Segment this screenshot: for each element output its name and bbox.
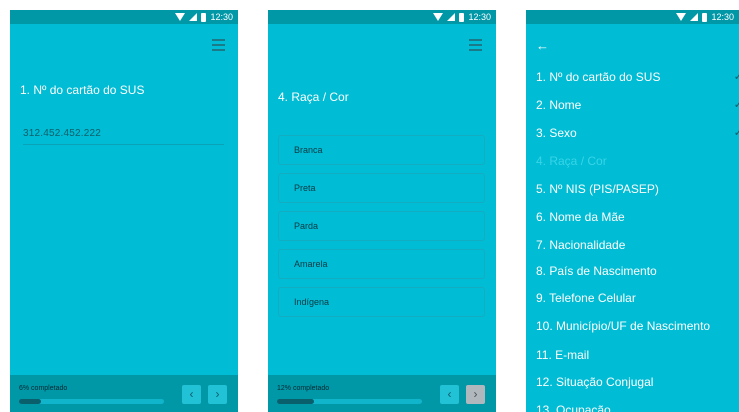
status-bar: 12:30 (268, 10, 496, 24)
option-label: Amarela (294, 259, 328, 269)
sus-card-input[interactable]: 312.452.452.222 (23, 128, 101, 139)
question-title: 4. Raça / Cor (278, 90, 349, 104)
question-list-label: 9. Telefone Celular (536, 291, 636, 305)
option-indigena[interactable]: Indígena (278, 287, 485, 317)
question-list-item[interactable]: 1. Nº do cartão do SUS ✓ (536, 70, 739, 84)
question-list-item[interactable]: 10. Município/UF de Nascimento (536, 319, 739, 333)
progress-label: 12% completado (277, 385, 330, 392)
question-list-label: 10. Município/UF de Nascimento (536, 319, 711, 333)
option-parda[interactable]: Parda (278, 211, 485, 241)
signal-icon (189, 13, 198, 21)
progress-footer: 6% completado ‹ › (10, 375, 238, 412)
question-list-label: 11. E-mail (536, 348, 590, 362)
progress-label: 6% completado (19, 385, 68, 392)
wifi-icon (433, 13, 444, 21)
question-list-item[interactable]: 2. Nome ✓ (536, 98, 739, 112)
next-button[interactable]: › (208, 385, 227, 404)
option-branca[interactable]: Branca (278, 135, 485, 165)
question-list-label: 13. Ocupação (536, 403, 611, 412)
question-list-item[interactable]: 5. Nº NIS (PIS/PASEP) (536, 182, 739, 196)
option-label: Preta (294, 183, 316, 193)
progress-fill (19, 399, 41, 404)
question-list-item[interactable]: 4. Raça / Cor (536, 154, 739, 168)
wifi-icon (175, 13, 186, 21)
question-list-label: 8. País de Nascimento (536, 264, 657, 278)
screen-question-list: 12:30 ← 1. Nº do cartão do SUS ✓ 2. Nome ✓ 3… (526, 10, 739, 412)
battery-icon (201, 12, 207, 22)
question-list-item[interactable]: 13. Ocupação (536, 403, 739, 412)
question-list-label: 1. Nº do cartão do SUS (536, 70, 661, 84)
check-icon: ✓ (733, 99, 739, 111)
check-icon: ✓ (733, 71, 739, 83)
menu-list-icon[interactable] (466, 39, 482, 51)
check-icon: ✓ (733, 127, 739, 139)
progress-bar (277, 399, 422, 404)
previous-button[interactable]: ‹ (440, 385, 459, 404)
back-arrow-icon[interactable]: ← (536, 38, 549, 53)
question-title: 1. Nº do cartão do SUS (20, 83, 145, 97)
question-list-label: 7. Nacionalidade (536, 238, 626, 252)
question-list-label: 3. Sexo (536, 126, 577, 140)
question-list-label: 4. Raça / Cor (536, 154, 607, 168)
question-list-label: 5. Nº NIS (PIS/PASEP) (536, 182, 659, 196)
wifi-icon (676, 13, 687, 21)
option-amarela[interactable]: Amarela (278, 249, 485, 279)
option-label: Parda (294, 221, 319, 231)
progress-bar (19, 399, 164, 404)
question-list-label: 12. Situação Conjugal (536, 375, 654, 389)
question-list-item[interactable]: 8. País de Nascimento (536, 264, 739, 278)
option-preta[interactable]: Preta (278, 173, 485, 203)
previous-button[interactable]: ‹ (182, 385, 201, 404)
status-time: 12:30 (210, 12, 233, 22)
progress-footer: 12% completado ‹ › (268, 375, 496, 412)
battery-icon (459, 12, 465, 22)
next-button[interactable]: › (466, 385, 485, 404)
option-label: Indígena (294, 297, 330, 307)
question-list-label: 6. Nome da Mãe (536, 210, 625, 224)
question-list-item[interactable]: 11. E-mail (536, 348, 739, 362)
question-list-item[interactable]: 12. Situação Conjugal (536, 375, 739, 389)
question-list-item[interactable]: 3. Sexo ✓ (536, 126, 739, 140)
input-underline (23, 144, 224, 145)
signal-icon (690, 13, 699, 21)
status-time: 12:30 (711, 12, 734, 22)
screen-sus-card-question: 12:30 1. Nº do cartão do SUS 312.452.452… (10, 10, 238, 412)
question-list-label: 2. Nome (536, 98, 582, 112)
question-list-item[interactable]: 9. Telefone Celular (536, 291, 739, 305)
status-bar: 12:30 (526, 10, 739, 24)
question-list-item[interactable]: 6. Nome da Mãe (536, 210, 739, 224)
question-list-item[interactable]: 7. Nacionalidade (536, 238, 739, 252)
option-label: Branca (294, 145, 323, 155)
status-bar: 12:30 (10, 10, 238, 24)
signal-icon (447, 13, 456, 21)
progress-fill (277, 399, 314, 404)
menu-list-icon[interactable] (209, 39, 225, 51)
screen-race-question: 12:30 4. Raça / Cor Branca Preta Parda A… (268, 10, 496, 412)
battery-icon (702, 12, 708, 22)
status-time: 12:30 (468, 12, 491, 22)
